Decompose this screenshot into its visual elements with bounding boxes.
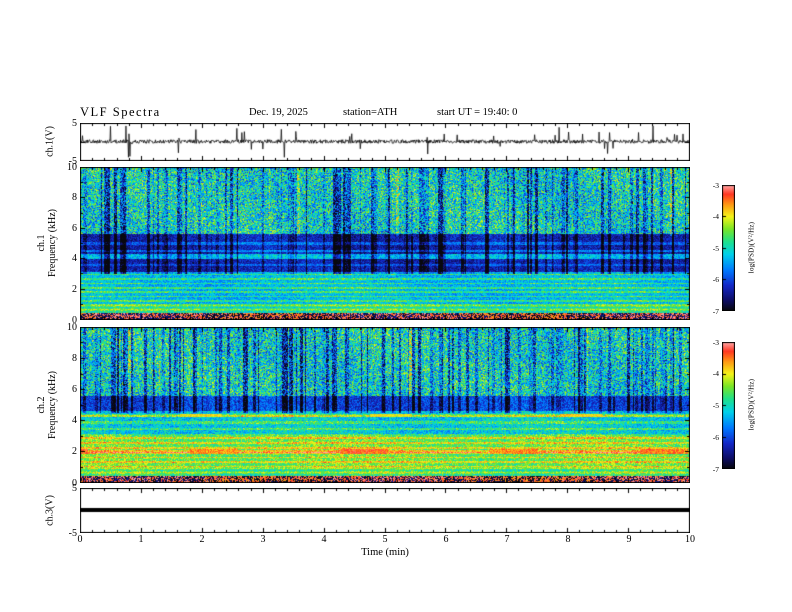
freq-tick-label: 2 — [72, 283, 77, 295]
volt-tick-label: -5 — [68, 527, 77, 539]
figure-title: VLF Spectra — [80, 105, 161, 119]
volt-tick-label: 5 — [72, 117, 77, 129]
colorbar-tick-label: -3 — [712, 337, 719, 347]
ch1-waveform-plot — [80, 123, 690, 161]
x-tick-label: 9 — [626, 534, 632, 545]
ch1-spec-ylabel: ch.1 Frequency (kHz) — [36, 163, 58, 323]
colorbar-tick-label: -5 — [712, 401, 719, 410]
ch3-wave-ylabel: ch.3(V) — [44, 495, 56, 526]
colorbar-tick-label: -4 — [712, 369, 719, 379]
colorbar-tick-label: -7 — [712, 464, 719, 474]
x-tick-label: 1 — [138, 534, 144, 545]
volt-tick-label: -5 — [68, 155, 77, 167]
freq-tick-label: 4 — [72, 253, 77, 265]
colorbar-tick-label: -6 — [712, 275, 719, 284]
start-ut-label: start UT = 19:40: 0 — [437, 107, 518, 118]
freq-tick-label: 6 — [72, 383, 77, 395]
freq-tick-label: 8 — [72, 192, 77, 204]
x-tick-label: 3 — [260, 534, 266, 545]
x-tick-label: 5 — [382, 534, 388, 545]
station-label: station=ATH — [343, 107, 398, 118]
freq-tick-label: 8 — [72, 352, 77, 364]
date-label: Dec. 19, 2025 — [249, 107, 308, 118]
ch3-waveform-plot — [80, 488, 690, 533]
colorbar-ch2-label: log(PSD)(V²/Hz) — [747, 378, 756, 431]
x-tick-label: 4 — [321, 534, 327, 545]
colorbar-tick-label: -6 — [712, 432, 719, 442]
ch1-spectrogram-plot — [80, 167, 690, 320]
time-axis-label: Time (min) — [361, 547, 409, 558]
freq-tick-label: 6 — [72, 222, 77, 234]
freq-tick-label: 2 — [72, 446, 77, 458]
colorbar-tick-label: -7 — [712, 306, 719, 316]
vlf-spectra-figure: VLF Spectra Dec. 19, 2025 station=ATH st… — [0, 0, 792, 612]
x-tick-label: 6 — [443, 534, 449, 545]
freq-tick-label: 4 — [72, 415, 77, 427]
ch1-spec-ylabel-channel: ch.1 — [36, 234, 47, 252]
colorbar-tick-label: -5 — [712, 243, 719, 253]
colorbar-ch1 — [722, 185, 735, 311]
ch1-spec-ylabel-frequency: Frequency (kHz) — [47, 208, 58, 278]
x-tick-label: 8 — [565, 534, 571, 545]
colorbar-tick-label: -3 — [712, 180, 719, 190]
x-tick-label: 2 — [199, 534, 205, 545]
colorbar-ch2 — [722, 342, 735, 469]
x-tick-label: 7 — [504, 534, 510, 545]
colorbar-tick-label: -4 — [712, 212, 719, 221]
freq-tick-label: 10 — [67, 321, 77, 333]
ch2-spectrogram-plot — [80, 327, 690, 483]
colorbar-ch1-label: log(PSD)(V²/Hz) — [747, 221, 756, 274]
volt-tick-label: 5 — [72, 482, 77, 494]
x-tick-label: 10 — [685, 534, 695, 545]
